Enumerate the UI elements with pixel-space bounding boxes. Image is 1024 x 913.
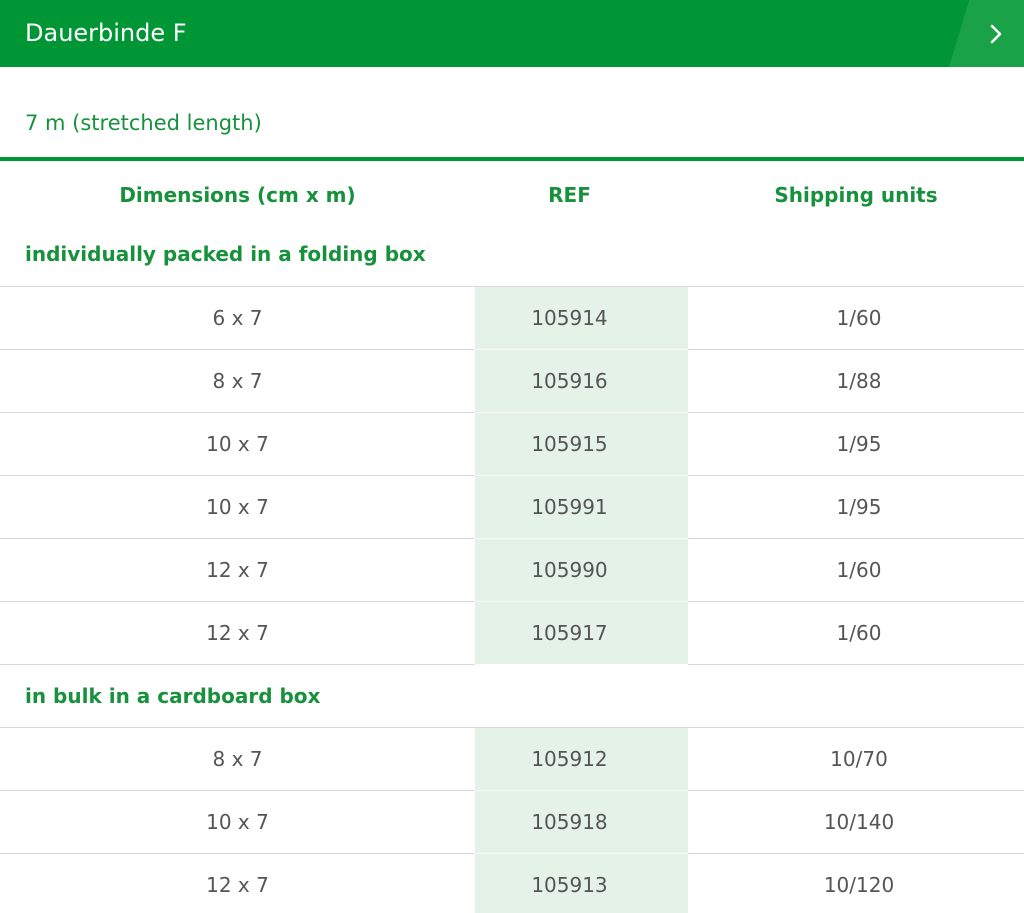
cell-dimensions: 12 x 7 [0,538,475,602]
cell-shipping-units: 10/70 [688,727,1024,791]
group-label: individually packed in a folding box [0,226,1024,287]
cell-dimensions: 6 x 7 [0,286,475,350]
cell-shipping-units: 1/60 [688,286,1024,350]
table-header-row: Dimensions (cm x m) REF Shipping units [0,161,1024,226]
cell-dimensions: 10 x 7 [0,412,475,476]
cell-shipping-units: 1/95 [688,475,1024,539]
table-row: 12 x 7 105913 10/120 [0,853,1024,913]
table-row: 6 x 7 105914 1/60 [0,286,1024,350]
column-header-shipping: Shipping units [774,182,938,207]
table-row: 8 x 7 105912 10/70 [0,727,1024,791]
table-group-row: individually packed in a folding box [0,226,1024,287]
product-header[interactable]: Dauerbinde F [0,0,1024,67]
cell-dimensions: 12 x 7 [0,601,475,665]
column-header-dimensions: Dimensions (cm x m) [119,182,356,207]
product-variants-table: Dimensions (cm x m) REF Shipping units i… [0,161,1024,913]
table-body: individually packed in a folding box 6 x … [0,226,1024,913]
cell-dimensions: 8 x 7 [0,727,475,791]
cell-shipping-units: 10/120 [823,872,895,897]
cell-ref: 105918 [475,790,688,854]
cell-dimensions: 10 x 7 [0,475,475,539]
cell-shipping-units: 1/88 [688,349,1024,413]
cell-ref: 105912 [475,727,688,791]
table-row: 8 x 7 105916 1/88 [0,349,1024,413]
cell-ref: 105916 [475,349,688,413]
group-label: in bulk in a cardboard box [0,663,1024,728]
table-row: 12 x 7 105990 1/60 [0,538,1024,602]
table-row: 10 x 7 105918 10/140 [0,790,1024,854]
product-title: Dauerbinde F [25,19,187,47]
table-row: 10 x 7 105991 1/95 [0,475,1024,539]
cell-ref: 105991 [475,475,688,539]
cell-ref: 105990 [475,538,688,602]
cell-shipping-units: 1/95 [688,412,1024,476]
cell-ref: 105914 [475,286,688,350]
table-row: 12 x 7 105917 1/60 [0,601,1024,665]
cell-dimensions: 8 x 7 [0,349,475,413]
cell-dimensions: 10 x 7 [0,790,475,854]
cell-shipping-units: 1/60 [688,538,1024,602]
cell-ref: 105915 [475,412,688,476]
cell-ref: 105913 [475,853,688,913]
chevron-right-icon[interactable] [990,24,1002,44]
cell-ref: 105917 [475,601,688,665]
table-group-row: in bulk in a cardboard box [0,663,1024,728]
product-subtitle: 7 m (stretched length) [0,67,1024,161]
cell-dimensions: 12 x 7 [206,872,269,897]
cell-shipping-units: 1/60 [688,601,1024,665]
table-row: 10 x 7 105915 1/95 [0,412,1024,476]
cell-shipping-units: 10/140 [688,790,1024,854]
column-header-ref: REF [548,182,591,207]
header-chevron-area[interactable] [949,0,1024,67]
